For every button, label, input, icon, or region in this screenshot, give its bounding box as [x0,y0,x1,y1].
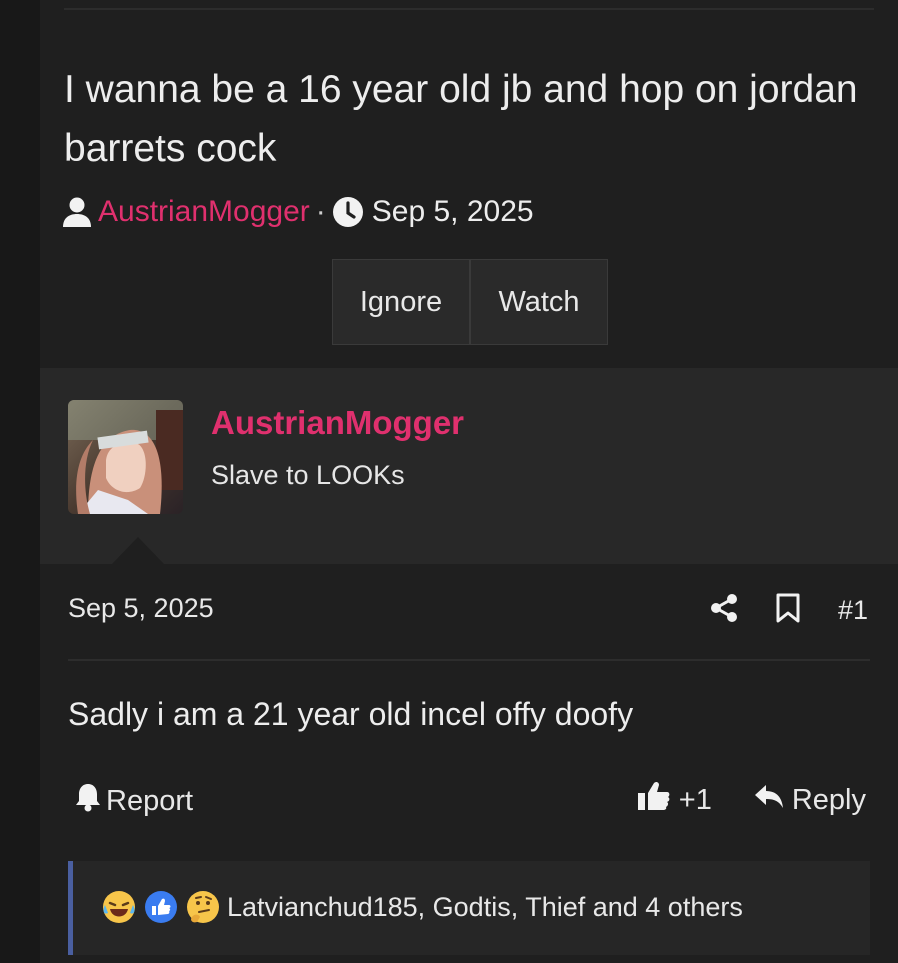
reactions-users[interactable]: Latvianchud185, Godtis, Thief and 4 othe… [227,892,743,923]
divider [64,8,874,10]
thinking-emoji-icon [185,889,221,925]
thread-actions: Ignore Watch [332,259,608,345]
reactions-bar[interactable]: Latvianchud185, Godtis, Thief and 4 othe… [68,861,870,955]
user-icon [62,196,92,228]
reactions-summary: Latvianchud185, Godtis, Thief and 4 othe… [101,889,743,925]
thread-date: Sep 5, 2025 [371,195,534,228]
clock-icon [332,196,364,228]
user-title: Slave to LOOKs [211,460,405,490]
post-tools: #1 [710,588,868,632]
thumbs-up-icon [637,780,671,820]
ignore-button[interactable]: Ignore [333,260,469,344]
user-arrow [112,537,164,564]
bell-icon [74,782,102,820]
post-date[interactable]: Sep 5, 2025 [68,593,214,624]
page: I wanna be a 16 year old jb and hop on j… [0,0,898,963]
post-username[interactable]: AustrianMogger [211,404,464,442]
like-button[interactable]: +1 [637,780,712,820]
thread-title: I wanna be a 16 year old jb and hop on j… [64,68,858,170]
share-icon[interactable] [710,593,738,628]
bookmark-icon[interactable] [776,593,800,628]
avatar[interactable] [68,400,183,514]
reply-label: Reply [791,783,866,816]
post-number-link[interactable]: #1 [838,595,868,626]
reply-icon [754,783,784,817]
post-reactions-actions: +1 Reply [637,780,866,820]
laughing-crying-emoji-icon [101,889,137,925]
post-message: Sadly i am a 21 year old incel offy doof… [68,696,634,732]
watch-button[interactable]: Watch [469,260,607,344]
report-label: Report [106,784,194,817]
thread-author-link[interactable]: AustrianMogger [98,195,310,229]
left-gutter [0,0,40,963]
like-count: +1 [678,783,712,816]
meta-separator: · [315,195,326,228]
thread-meta: AustrianMogger · Sep 5, 2025 [62,192,534,232]
reply-button[interactable]: Reply [754,783,866,817]
divider [68,659,870,661]
like-reaction-icon [143,889,179,925]
report-button[interactable]: Report [74,782,193,820]
